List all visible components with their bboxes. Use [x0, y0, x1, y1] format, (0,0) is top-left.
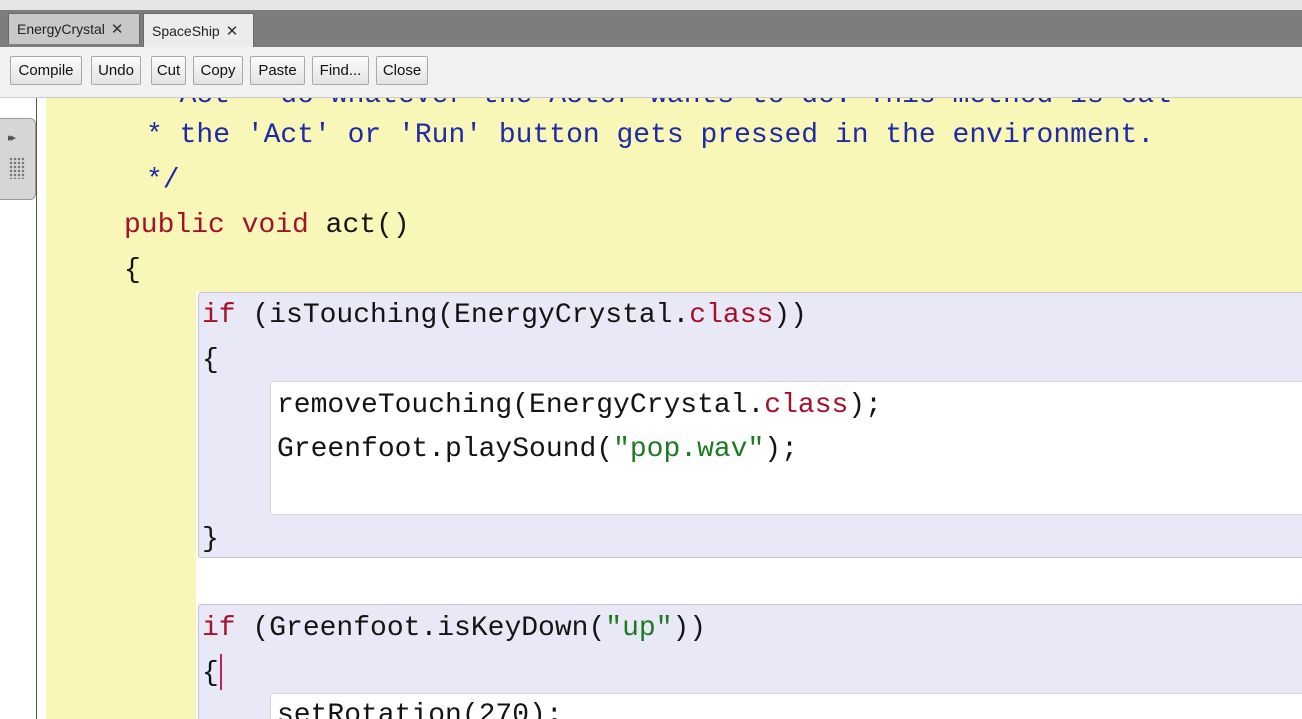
string-literal: "pop.wav": [613, 434, 765, 465]
code-text: );: [764, 434, 798, 465]
text-caret: [220, 654, 222, 690]
method-name: act(): [308, 210, 410, 241]
gutter-divider: [36, 98, 37, 719]
code-line-if-open-brace: {: [202, 345, 219, 376]
code-line-play-sound: Greenfoot.playSound("pop.wav");: [277, 432, 798, 468]
code-line-method-signature: public void act(): [124, 208, 410, 244]
keyword-if: if: [202, 300, 236, 331]
paste-button[interactable]: Paste: [250, 56, 305, 85]
tab-spaceship[interactable]: SpaceShip ✕: [143, 13, 254, 47]
code-line-comment: * the 'Act' or 'Run' button gets pressed…: [146, 120, 1155, 151]
editor-toolbar: Compile Undo Cut Copy Paste Find... Clos…: [0, 47, 1302, 98]
code-editor[interactable]: ▸▸ Act - do whatever the Actor wants to …: [0, 98, 1302, 719]
tab-bar: EnergyCrystal ✕ SpaceShip ✕: [0, 10, 1302, 47]
code-line-if-close-brace: }: [202, 524, 219, 555]
tab-label: SpaceShip: [152, 22, 220, 39]
code-text: Greenfoot.playSound(: [277, 434, 614, 465]
close-button[interactable]: Close: [376, 56, 428, 85]
code-text: (isTouching(EnergyCrystal.: [235, 300, 690, 331]
keyword-if: if: [202, 613, 236, 644]
keyword-public: public: [124, 210, 225, 241]
copy-button[interactable]: Copy: [193, 56, 243, 85]
close-tab-icon[interactable]: ✕: [111, 20, 124, 38]
expand-arrows-icon: ▸▸: [8, 132, 16, 144]
keyword-class: class: [689, 300, 774, 331]
code-text: );: [848, 390, 882, 421]
code-text: removeTouching(EnergyCrystal.: [277, 390, 765, 421]
code-line-set-rotation-partial: setRotation(270);: [277, 700, 563, 719]
code-line-comment-end: */: [146, 165, 180, 196]
code-text: )): [672, 613, 707, 644]
find-button[interactable]: Find...: [312, 56, 369, 85]
compile-button[interactable]: Compile: [10, 56, 82, 85]
cut-button[interactable]: Cut: [151, 56, 186, 85]
code-text: (Greenfoot.isKeyDown(: [235, 613, 606, 644]
code-line-if2-open-brace: {: [202, 658, 219, 689]
code-line-open-brace: {: [124, 255, 141, 286]
keyword-void: void: [241, 210, 309, 241]
close-tab-icon[interactable]: ✕: [226, 22, 239, 40]
code-text: )): [773, 300, 807, 331]
window-top-strip: [0, 0, 1302, 10]
keyword-class: class: [764, 390, 849, 421]
tab-label: EnergyCrystal: [17, 21, 105, 37]
drag-grip-icon: [9, 157, 25, 179]
code-line-comment-partial: Act - do whatever the Actor wants to do.…: [146, 98, 1171, 114]
code-line-remove-touching: removeTouching(EnergyCrystal.class);: [277, 388, 882, 424]
tab-energycrystal[interactable]: EnergyCrystal ✕: [8, 13, 140, 44]
string-literal: "up": [605, 613, 673, 644]
navigation-view-toggle[interactable]: ▸▸: [0, 118, 36, 200]
code-line-if-touching: if (isTouching(EnergyCrystal.class)): [202, 298, 807, 334]
code-line-if-keydown: if (Greenfoot.isKeyDown("up")): [202, 611, 706, 647]
undo-button[interactable]: Undo: [91, 56, 141, 85]
